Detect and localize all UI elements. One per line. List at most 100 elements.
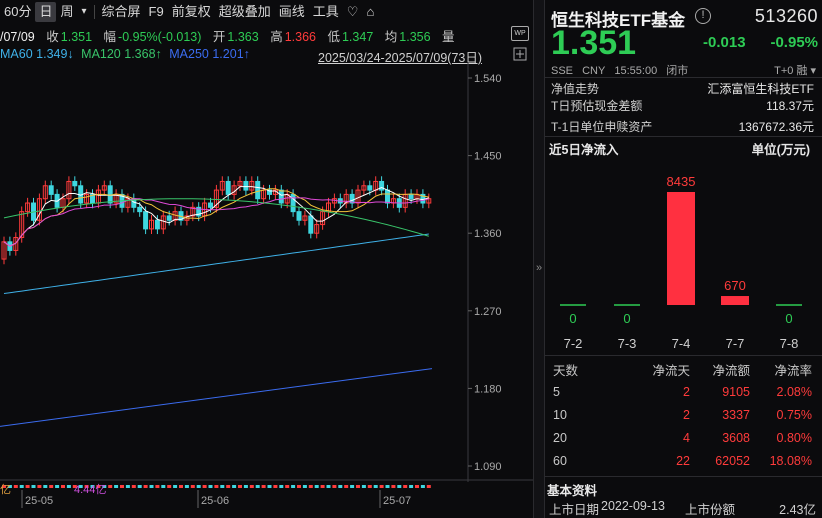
price-change-pct: -0.95% (770, 34, 818, 51)
forward-adjust-button[interactable]: 前复权 (168, 2, 215, 22)
basic-info-title: 基本资料 (547, 484, 598, 498)
volume-bar (320, 485, 325, 488)
nav-trend-label: 净值走势 (551, 82, 600, 96)
collapse-arrow-icon[interactable]: » (536, 262, 542, 274)
date-tick-label: 25-07 (383, 495, 411, 507)
row-flow-days: 4 (683, 431, 690, 445)
period-day-tab[interactable]: 日 (35, 2, 57, 22)
quote-info-line: /07/09 收 1.351 幅 -0.95%(-0.013) 开 1.363 高 1.… (0, 26, 457, 44)
volume-bar (285, 485, 290, 488)
candle-body (367, 185, 373, 191)
ma250-label: MA250 (169, 47, 209, 61)
volume-bar (155, 485, 160, 488)
exchange-label: SSE (551, 65, 574, 77)
super-overlay-button[interactable]: 超级叠加 (215, 2, 275, 22)
tplus-margin-badge[interactable]: T+0 融 ▾ (774, 62, 816, 78)
volume-bar (214, 485, 219, 488)
volume-value: 4.44亿 (74, 483, 106, 496)
f9-button[interactable]: F9 (145, 2, 168, 22)
volume-bar (108, 485, 113, 488)
panel-splitter[interactable]: » (533, 0, 545, 518)
volume-bar (143, 485, 148, 488)
date-tick-label: 25-06 (201, 495, 229, 507)
candle-body (48, 185, 54, 195)
info-icon[interactable]: ! (695, 8, 711, 24)
period-dropdown-icon[interactable]: ▾ (78, 2, 91, 22)
volume-bar (161, 485, 166, 488)
volume-bar (13, 485, 18, 488)
price-change: -0.013 (703, 34, 746, 51)
row-flow-rate: 2.08% (776, 385, 812, 399)
ma-info-line: MA60 1.349↓ MA120 1.368↑ MA250 1.201↑ (0, 47, 250, 63)
volume-bar (332, 485, 337, 488)
category-label: 7-3 (618, 336, 637, 351)
candle-body (143, 211, 149, 230)
row-flow-days: 2 (683, 385, 690, 399)
ma120-label: MA120 (81, 47, 121, 61)
open-label: 开 (212, 30, 226, 44)
volume-bar (397, 485, 402, 488)
candle-body (166, 215, 172, 221)
close-label: 收 (46, 30, 59, 44)
composite-screen-button[interactable]: 综合屏 (98, 2, 145, 22)
volume-bar (373, 485, 378, 488)
tools-button[interactable]: 工具 (309, 2, 343, 22)
volume-bar (261, 485, 266, 488)
header-flow-amount: 净流额 (712, 364, 750, 378)
price-tick-label: 1.540 (474, 73, 502, 85)
row-flow-days: 22 (676, 454, 690, 468)
cash-diff-value: 118.37元 (766, 99, 814, 113)
table-row: 10 2 3337 0.75% (545, 408, 822, 428)
volume-bar (55, 485, 60, 488)
bar-value-label: 670 (724, 278, 746, 293)
home-icon[interactable]: ⌂ (362, 2, 378, 22)
ma250-line (0, 368, 433, 427)
volume-bar (208, 485, 213, 488)
candle-body (137, 206, 143, 213)
period-week-tab[interactable]: 周 (56, 2, 77, 22)
volume-bar (43, 485, 48, 488)
bar-7-4 (667, 192, 695, 305)
kline-chart[interactable]: 1.540 1.450 1.360 1.270 1.180 1.090 亿 4.44亿 25-0… (0, 62, 533, 518)
volume-bar (61, 485, 65, 488)
candle-body (255, 180, 261, 200)
avg-value: 1.356 (399, 30, 431, 44)
favorite-icon[interactable]: ♡ (343, 2, 363, 22)
ma250-value: 1.201↑ (212, 47, 250, 61)
price-tick-label: 1.270 (474, 306, 502, 318)
row-flow-amount: 3608 (722, 431, 750, 445)
wp-icon[interactable]: WP (511, 26, 529, 41)
candle-body (243, 180, 249, 191)
low-label: 低 (327, 30, 340, 44)
header-days: 天数 (553, 364, 579, 378)
candle-body (408, 193, 414, 200)
volume-bar (350, 485, 355, 488)
price-tick-label: 1.450 (474, 151, 502, 163)
kline-panel[interactable]: 60分 日 周 ▾ 综合屏 F9 前复权 超级叠加 画线 工具 ♡ ⌂ /07/… (0, 0, 533, 518)
divider (545, 77, 822, 78)
category-label: 7-2 (564, 336, 583, 351)
period-60min-tab[interactable]: 60分 (0, 2, 35, 22)
candle-body (72, 180, 78, 187)
current-price: 1.351 (551, 24, 637, 62)
candle-body (379, 180, 385, 191)
volume-bar (385, 485, 390, 488)
volume-bar (49, 485, 54, 488)
settings-icon[interactable] (513, 47, 527, 61)
row-flow-days: 2 (683, 408, 690, 422)
bar-value-label: 0 (569, 311, 576, 326)
row-flow-amount: 62052 (715, 454, 750, 468)
row-flow-amount: 9105 (722, 385, 750, 399)
volume-bar (66, 485, 71, 488)
close-value: 1.351 (60, 30, 93, 44)
avg-label: 均 (384, 30, 398, 44)
volume-label: 量 (442, 30, 455, 44)
listing-shares-value: 2.43亿 (779, 503, 816, 517)
draw-line-button[interactable]: 画线 (275, 2, 309, 22)
bar-value-label: 0 (785, 311, 792, 326)
volume-bar (31, 485, 36, 488)
table-row: 20 4 3608 0.80% (545, 431, 822, 451)
category-label: 7-8 (780, 336, 799, 351)
unit-asset-value: 1367672.36元 (738, 120, 814, 134)
header-flow-rate: 净流率 (774, 364, 812, 378)
